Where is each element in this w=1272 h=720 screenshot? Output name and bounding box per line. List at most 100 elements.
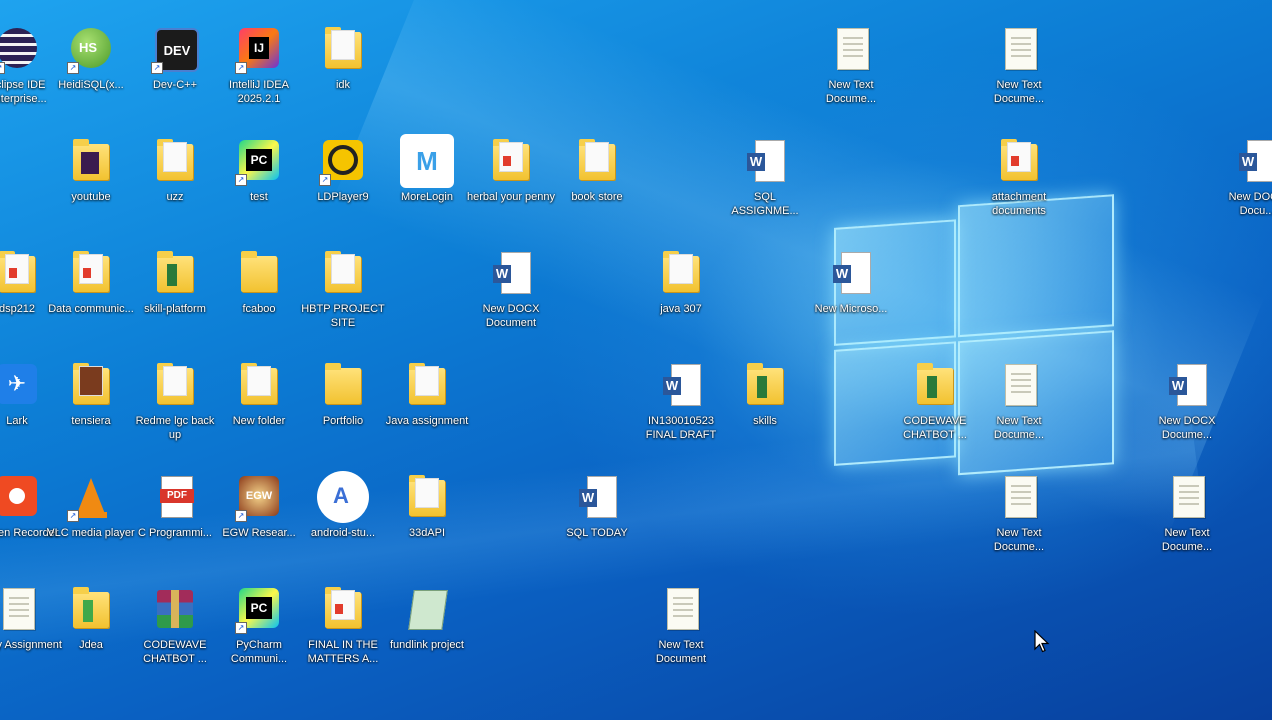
morelogin-icon: M [400, 134, 454, 188]
desktop-icon-word-new-docx[interactable]: New DOCX Docu... [1212, 138, 1272, 218]
icon-label: Data communic... [48, 303, 134, 315]
desktop-icon-folder-bookstore[interactable]: book store [552, 138, 642, 204]
desktop-icon-folder-herbal[interactable]: herbal your penny [466, 138, 556, 204]
word-document-icon [1169, 364, 1207, 406]
desktop-icon-folder-attachment[interactable]: attachment documents [974, 138, 1064, 218]
desktop-icon-word-sql-today[interactable]: SQL TODAY [552, 474, 642, 540]
desktop-icon-folder-skills[interactable]: skills [720, 362, 810, 428]
folder-icon [0, 251, 35, 292]
text-document-icon [1005, 364, 1037, 406]
word-document-icon [663, 364, 701, 406]
icon-label: 33dAPI [408, 527, 446, 539]
desktop-icon-folder-java-assignment[interactable]: Java assignment [382, 362, 472, 428]
icon-label: Java assignment [385, 415, 469, 427]
folder-icon [325, 363, 361, 404]
mouse-cursor-icon [1034, 630, 1050, 653]
icon-label: IntelliJ IDEA 2025.2.1 [229, 79, 289, 105]
shortcut-arrow-icon: ↗ [67, 62, 79, 74]
icon-label: Portfolio [322, 415, 364, 427]
desktop-icon-folder-skill-platform[interactable]: skill-platform [130, 250, 220, 316]
desktop[interactable]: ↗ Eclipse IDE Enterprise... HS↗ HeidiSQL… [0, 0, 1272, 720]
desktop-icon-folder-portfolio[interactable]: Portfolio [298, 362, 388, 428]
desktop-icon-winrar-codewave[interactable]: CODEWAVE CHATBOT ... [130, 586, 220, 666]
word-document-icon [1239, 140, 1272, 182]
desktop-icon-word-final-draft[interactable]: IN130010523 FINAL DRAFT [636, 362, 726, 442]
desktop-icon-folder-java307[interactable]: java 307 [636, 250, 726, 316]
desktop-icon-android-studio[interactable]: A android-stu... [298, 471, 388, 540]
icon-label: HeidiSQL(x... [58, 79, 124, 91]
icon-label: FINAL IN THE MATTERS A... [307, 639, 379, 665]
desktop-icon-word-new-docx[interactable]: New DOCX Docume... [1142, 362, 1232, 442]
desktop-icon-word-new-microsoft[interactable]: New Microso... [806, 250, 896, 316]
desktop-icon-egw-research[interactable]: EGW ↗ EGW Resear... [214, 474, 304, 540]
desktop-icon-folder-fcaboo[interactable]: fcaboo [214, 250, 304, 316]
icon-label: HBTP PROJECT SITE [301, 303, 385, 329]
desktop-icon-folder-hbtp-project[interactable]: HBTP PROJECT SITE [298, 250, 388, 330]
shortcut-arrow-icon: ↗ [235, 174, 247, 186]
icon-label: tensiera [71, 415, 111, 427]
desktop-icon-intellij[interactable]: IJ ↗ IntelliJ IDEA 2025.2.1 [214, 26, 304, 106]
icon-label: attachment documents [991, 191, 1047, 217]
desktop-icon-fundlink-project[interactable]: fundlink project [382, 586, 472, 652]
desktop-icon-folder-redme-backup[interactable]: Redme lgc back up [130, 362, 220, 442]
shortcut-arrow-icon: ↗ [151, 62, 163, 74]
desktop-icon-folder-33dapi[interactable]: 33dAPI [382, 474, 472, 540]
word-document-icon [833, 252, 871, 294]
desktop-icon-folder-data-communication[interactable]: Data communic... [46, 250, 136, 316]
icon-label: New Text Document [655, 639, 707, 665]
icon-label: New Text Docume... [825, 79, 877, 105]
icon-label: New Text Docume... [993, 527, 1045, 553]
folder-icon [73, 251, 109, 292]
desktop-icon-folder-new-folder[interactable]: New folder [214, 362, 304, 428]
desktop-icon-folder-jdea[interactable]: Jdea [46, 586, 136, 652]
folder-icon [157, 251, 193, 292]
desktop-icon-text-doc[interactable]: New Text Docume... [806, 26, 896, 106]
desktop-icon-heidisql[interactable]: HS ↗ HeidiSQL(x... [46, 26, 136, 92]
folder-icon [493, 139, 529, 180]
desktop-icon-folder-final[interactable]: FINAL IN THE MATTERS A... [298, 586, 388, 666]
desktop-icon-text-doc[interactable]: New Text Docume... [974, 474, 1064, 554]
shortcut-arrow-icon: ↗ [235, 622, 247, 634]
folder-icon [73, 363, 109, 404]
desktop-icon-morelogin[interactable]: M MoreLogin [382, 134, 472, 204]
desktop-icon-ldplayer[interactable]: ↗ LDPlayer9 [298, 138, 388, 204]
desktop-icon-pdf-c-programming[interactable]: PDF C Programmi... [130, 474, 220, 540]
desktop-icon-text-doc[interactable]: New Text Docume... [974, 26, 1064, 106]
lark-icon: ✈ [0, 364, 37, 404]
desktop-icon-vlc[interactable]: ↗ VLC media player [46, 474, 136, 540]
desktop-icon-pycharm-test[interactable]: PC ↗ test [214, 138, 304, 204]
eclipse-icon [0, 28, 37, 68]
icon-label: book store [571, 191, 623, 203]
shortcut-arrow-icon: ↗ [67, 510, 79, 522]
folder-icon [73, 139, 109, 180]
desktop-icon-folder-uzz[interactable]: uzz [130, 138, 220, 204]
pdf-icon: PDF [160, 476, 194, 518]
word-document-icon [493, 252, 531, 294]
icon-label: fundlink project [390, 639, 464, 651]
icon-label: New folder [232, 415, 286, 427]
folder-icon [1001, 139, 1037, 180]
desktop-icon-word-new-docx[interactable]: New DOCX Document [466, 250, 556, 330]
icon-label: youtube [71, 191, 111, 203]
icon-label: skill-platform [144, 303, 206, 315]
desktop-icon-folder-tensiera[interactable]: tensiera [46, 362, 136, 428]
icon-label: java 307 [660, 303, 702, 315]
folder-icon [325, 251, 361, 292]
desktop-icon-folder-youtube[interactable]: youtube [46, 138, 136, 204]
desktop-icon-pycharm-community[interactable]: PC ↗ PyCharm Communi... [214, 586, 304, 666]
desktop-icon-text-doc[interactable]: New Text Document [636, 586, 726, 666]
icon-label: EGW Resear... [222, 527, 296, 539]
text-document-icon [3, 588, 35, 630]
desktop-icon-word-sql-assignment[interactable]: SQL ASSIGNME... [720, 138, 810, 218]
desktop-icon-devcpp[interactable]: DEV ↗ Dev-C++ [130, 26, 220, 92]
icon-label: Dev-C++ [152, 79, 198, 91]
folder-icon [241, 251, 277, 292]
desktop-icon-folder-idk[interactable]: idk [298, 26, 388, 92]
desktop-icon-text-doc[interactable]: New Text Docume... [1142, 474, 1232, 554]
desktop-icon-folder-codewave[interactable]: CODEWAVE CHATBOT ... [890, 362, 980, 442]
shortcut-arrow-icon: ↗ [235, 62, 247, 74]
icon-label: uzz [166, 191, 184, 203]
shortcut-arrow-icon: ↗ [0, 62, 5, 74]
desktop-icon-text-doc[interactable]: New Text Docume... [974, 362, 1064, 442]
icon-label: SQL TODAY [566, 527, 628, 539]
